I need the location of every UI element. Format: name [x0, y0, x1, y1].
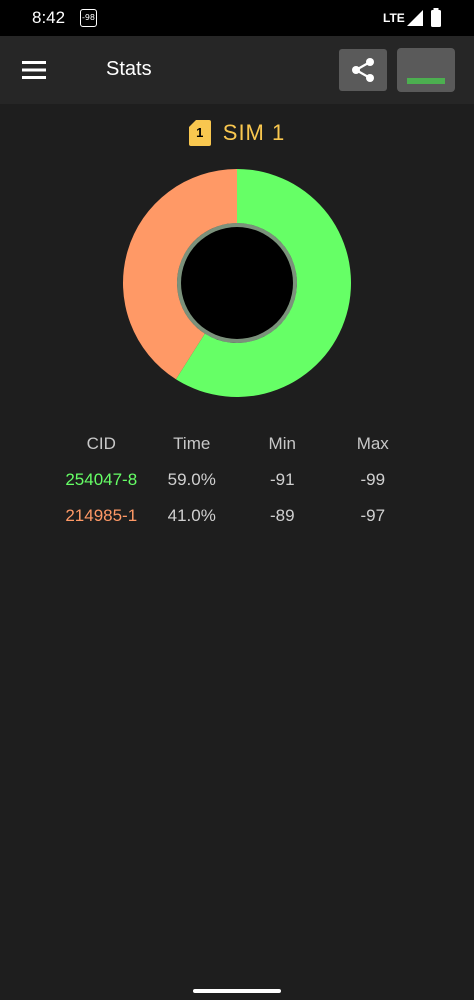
signal-strength-badge: -98 — [80, 9, 97, 27]
donut-hole — [181, 227, 293, 339]
table-header: CID Time Min Max — [56, 426, 418, 462]
table-row: 214985-1 41.0% -89 -97 — [56, 498, 418, 534]
network-type: LTE — [383, 11, 405, 25]
header-time: Time — [173, 434, 211, 453]
sim-title: SIM 1 — [222, 120, 286, 145]
page-title: Stats — [106, 58, 152, 80]
cell-max: -97 — [360, 506, 386, 525]
cell-cid: 254047-8 — [65, 470, 138, 489]
table-row: 254047-8 59.0% -91 -99 — [56, 462, 418, 498]
home-indicator[interactable] — [193, 989, 281, 993]
share-icon — [352, 58, 374, 82]
cell-cid: 214985-1 — [65, 506, 138, 525]
cell-time: 59.0% — [167, 470, 216, 489]
battery-icon — [431, 8, 441, 27]
signal-status-button[interactable] — [397, 48, 455, 92]
signal-icon — [407, 10, 423, 26]
sim-number: 1 — [196, 125, 204, 140]
cell-max: -99 — [360, 470, 386, 489]
status-time: 8:42 — [32, 8, 66, 27]
cell-min: -91 — [269, 470, 295, 489]
status-bar: 8:42 -98 LTE — [0, 0, 474, 36]
cell-min: -89 — [269, 506, 295, 525]
app-bar: Stats — [0, 36, 474, 104]
sim-header: 1 SIM 1 — [0, 118, 474, 148]
time-donut-chart — [123, 169, 351, 397]
share-button[interactable] — [339, 49, 387, 91]
signal-level-bar — [407, 78, 445, 84]
stats-table: CID Time Min Max 254047-8 59.0% -91 -99 … — [56, 426, 418, 534]
header-cid: CID — [86, 434, 116, 453]
menu-icon[interactable] — [22, 60, 46, 80]
header-max: Max — [356, 434, 389, 453]
sim-card-icon: 1 — [188, 120, 211, 146]
cell-time: 41.0% — [167, 506, 216, 525]
header-min: Min — [268, 434, 296, 453]
